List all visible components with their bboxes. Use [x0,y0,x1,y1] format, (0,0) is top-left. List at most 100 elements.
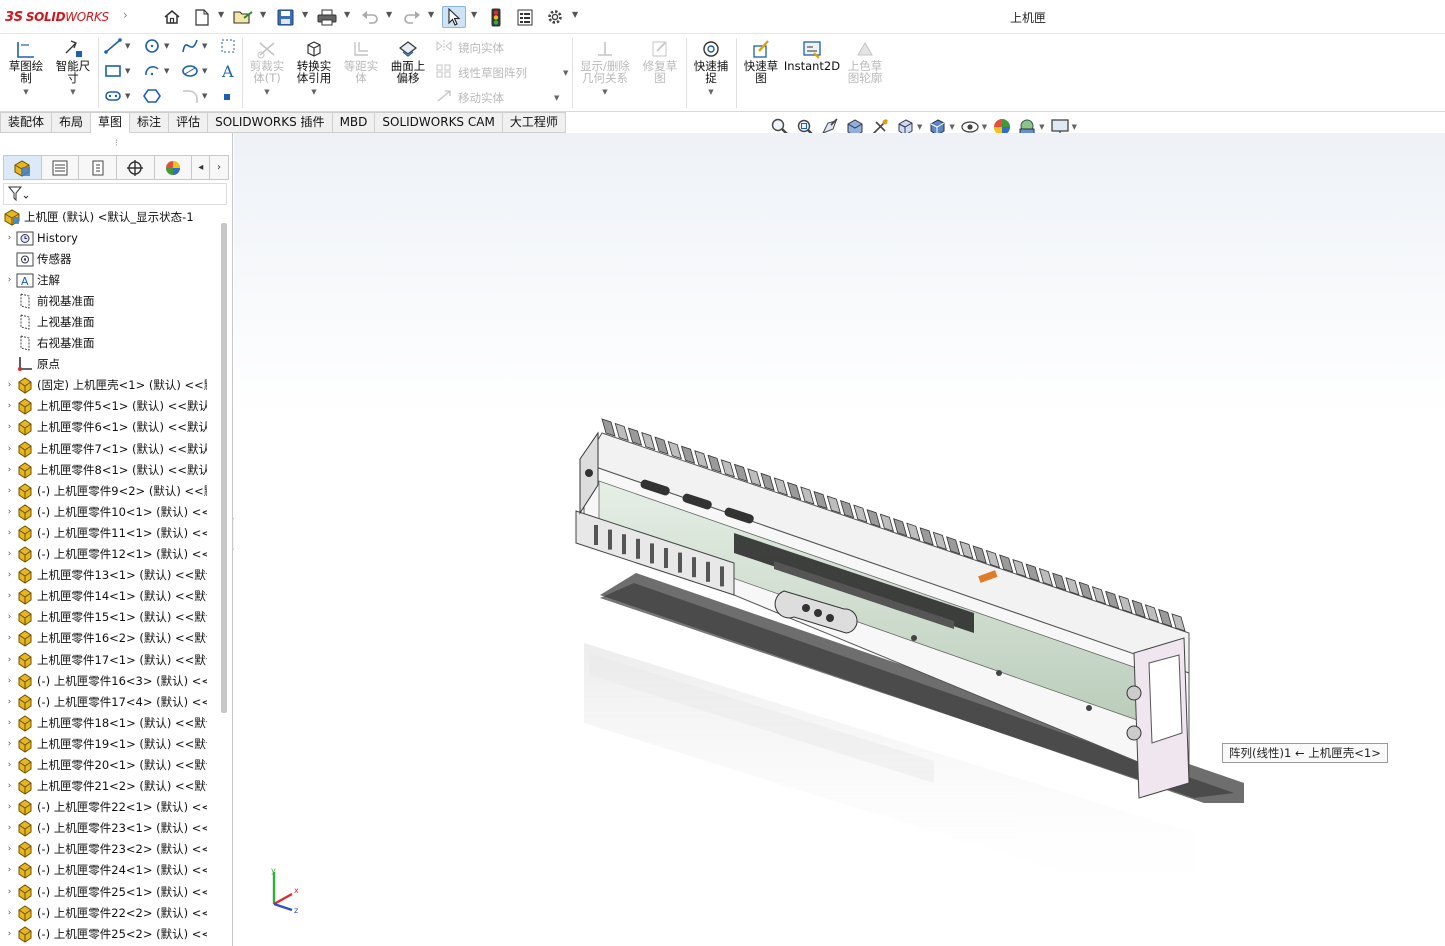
display-delete-relations-button[interactable]: 显示/删除 几何关系 ▼ [576,38,634,98]
tree-item[interactable]: › (-) 上机匣零件12<1> (默认) << [0,544,218,565]
tree-item[interactable]: › (-) 上机匣零件22<1> (默认) << [0,797,218,818]
tree-item[interactable]: › 上机匣零件7<1> (默认) <<默认 [0,438,218,459]
convert-dropdown-chevron-icon[interactable]: ▼ [311,86,316,98]
expand-arrow-icon[interactable]: › [4,865,15,875]
open-dropdown-chevron-icon[interactable]: ▼ [260,10,266,19]
undo-dropdown-chevron-icon[interactable]: ▼ [386,10,392,19]
text-tool-button[interactable]: A [220,63,236,79]
expand-arrow-icon[interactable]: › [4,823,15,833]
tree-item[interactable]: › (-) 上机匣零件25<1> (默认) << [0,881,218,902]
dimxpert-manager-tab-icon[interactable] [117,156,155,179]
expand-arrow-icon[interactable]: › [4,908,15,918]
slot-tool-button[interactable]: ▼ [143,63,169,79]
configuration-manager-tab-icon[interactable] [79,156,117,179]
point-tool-button[interactable] [222,92,232,102]
expand-arrow-icon[interactable]: › [4,844,15,854]
tree-item[interactable]: › 上机匣零件14<1> (默认) <<默认 [0,586,218,607]
expand-arrow-icon[interactable]: › [4,570,15,580]
expand-arrow-icon[interactable]: › [4,802,15,812]
tree-item[interactable]: › (-) 上机匣零件22<2> (默认) << [0,902,218,923]
trim-dropdown-chevron-icon[interactable]: ▼ [264,86,269,98]
tab-sketch[interactable]: 草图 [91,112,131,133]
new-document-icon[interactable] [193,6,211,28]
tree-item[interactable]: 原点 [0,354,218,375]
ellipse-tool-button[interactable]: ▼ [181,63,207,79]
select-pointer-icon[interactable] [442,6,466,28]
home-icon[interactable] [162,6,182,28]
expand-arrow-icon[interactable]: › [4,465,15,475]
circle-tool-button[interactable]: ▼ [143,38,169,54]
tree-item[interactable]: › 上机匣零件5<1> (默认) <<默认 [0,396,218,417]
select-dropdown-chevron-icon[interactable]: ▼ [471,10,477,19]
expand-arrow-icon[interactable]: › [4,486,15,496]
tree-root-assembly[interactable]: 上机匣 (默认) <默认_显示状态-1> [0,206,218,227]
expand-arrow-icon[interactable]: › [4,528,15,538]
tree-item[interactable]: › (-) 上机匣零件23<1> (默认) << [0,818,218,839]
feature-manager-tree-tab-icon[interactable] [4,156,42,179]
tab-evaluate[interactable]: 评估 [169,112,209,133]
expand-arrow-icon[interactable]: › [4,633,15,643]
expand-arrow-icon[interactable]: › [4,612,15,622]
ellipse-dropdown-chevron-icon[interactable]: ▼ [202,67,207,75]
shaded-sketch-contours-button[interactable]: 上色草 图轮廓 [843,38,887,84]
expand-arrow-icon[interactable]: › [4,444,15,454]
feature-tree-scrollbar[interactable] [220,223,228,935]
redo-dropdown-chevron-icon[interactable]: ▼ [428,10,434,19]
tree-item[interactable]: › (-) 上机匣零件9<2> (默认) <<默 [0,480,218,501]
tree-item[interactable]: › 上机匣零件16<2> (默认) <<默认 [0,628,218,649]
scrollbar-thumb[interactable] [221,223,227,713]
tab-engineer[interactable]: 大工程师 [502,112,566,133]
tree-item[interactable]: › 上机匣零件15<1> (默认) <<默认 [0,607,218,628]
offset-entities-button[interactable]: 等距实 体 [340,38,382,84]
panel-grip-icon[interactable]: ⁝ [0,133,233,155]
convert-entities-button[interactable]: 转换实 体引用 ▼ [292,38,336,98]
expand-arrow-icon[interactable]: › [4,760,15,770]
tab-solidworks-cam[interactable]: SOLIDWORKS CAM [375,112,503,133]
expand-arrow-icon[interactable]: › [4,718,15,728]
receiver-model-render[interactable] [234,133,1445,946]
new-dropdown-chevron-icon[interactable]: ▼ [218,10,224,19]
expand-arrow-icon[interactable]: › [4,549,15,559]
move-entities-button[interactable]: 移动实体 ▼ [436,89,559,106]
pattern-dropdown-chevron-icon[interactable]: ▼ [563,69,568,77]
move-dropdown-chevron-icon[interactable]: ▼ [554,94,559,102]
relations-dropdown-chevron-icon[interactable]: ▼ [602,86,607,98]
expand-arrow-icon[interactable]: › [4,781,15,791]
tree-item[interactable]: › (固定) 上机匣壳<1> (默认) <<默 [0,375,218,396]
tree-item[interactable]: › (-) 上机匣零件10<1> (默认) << [0,501,218,522]
print-icon[interactable] [316,6,338,28]
rebuild-traffic-light-icon[interactable] [488,6,504,28]
polygon-tool-button[interactable] [143,88,161,104]
arc-dropdown-chevron-icon[interactable]: ▼ [164,67,169,75]
spline-dropdown-chevron-icon[interactable]: ▼ [202,42,207,50]
tree-item[interactable]: › 上机匣零件8<1> (默认) <<默认 [0,459,218,480]
expand-arrow-icon[interactable]: › [4,929,15,939]
tab-assembly[interactable]: 装配体 [0,112,53,133]
expand-arrow-icon[interactable]: › [4,380,15,390]
display-manager-tab-icon[interactable] [155,156,193,179]
tab-solidworks-addins[interactable]: SOLIDWORKS 插件 [208,112,333,133]
hide-show-dropdown-chevron-icon[interactable]: ▼ [982,123,987,131]
expand-arrow-icon[interactable]: › [4,591,15,601]
tree-item[interactable]: › 上机匣零件17<1> (默认) <<默认 [0,649,218,670]
open-folder-icon[interactable] [232,6,254,28]
tree-item[interactable]: › 上机匣零件13<1> (默认) <<默认 [0,565,218,586]
line-dropdown-chevron-icon[interactable]: ▼ [125,42,130,50]
apply-scene-dropdown-chevron-icon[interactable]: ▼ [1039,123,1044,131]
quick-snaps-dropdown-chevron-icon[interactable]: ▼ [708,86,713,98]
tree-item[interactable]: 前视基准面 [0,290,218,311]
display-style-dropdown-chevron-icon[interactable]: ▼ [949,123,954,131]
fillet-dropdown-chevron-icon[interactable]: ▼ [202,92,207,100]
expand-arrow-icon[interactable]: › [4,507,15,517]
line-tool-button[interactable]: ▼ [104,38,130,54]
expand-arrow-icon[interactable]: › [4,887,15,897]
rapid-sketch-button[interactable]: 快速草 图 [739,38,783,84]
solidworks-logo[interactable]: 3S SOLID WORKS [5,8,109,26]
instant2d-button[interactable]: Instant2D [784,38,840,72]
undo-icon[interactable] [360,6,380,28]
tree-item[interactable]: › A 注解 [0,269,218,290]
tree-item[interactable]: › History [0,227,218,248]
tree-item[interactable]: › 上机匣零件21<2> (默认) <<默认 [0,776,218,797]
rectangle-tool-button[interactable]: ▼ [104,63,130,79]
tree-item[interactable]: › 上机匣零件20<1> (默认) <<默认 [0,754,218,775]
